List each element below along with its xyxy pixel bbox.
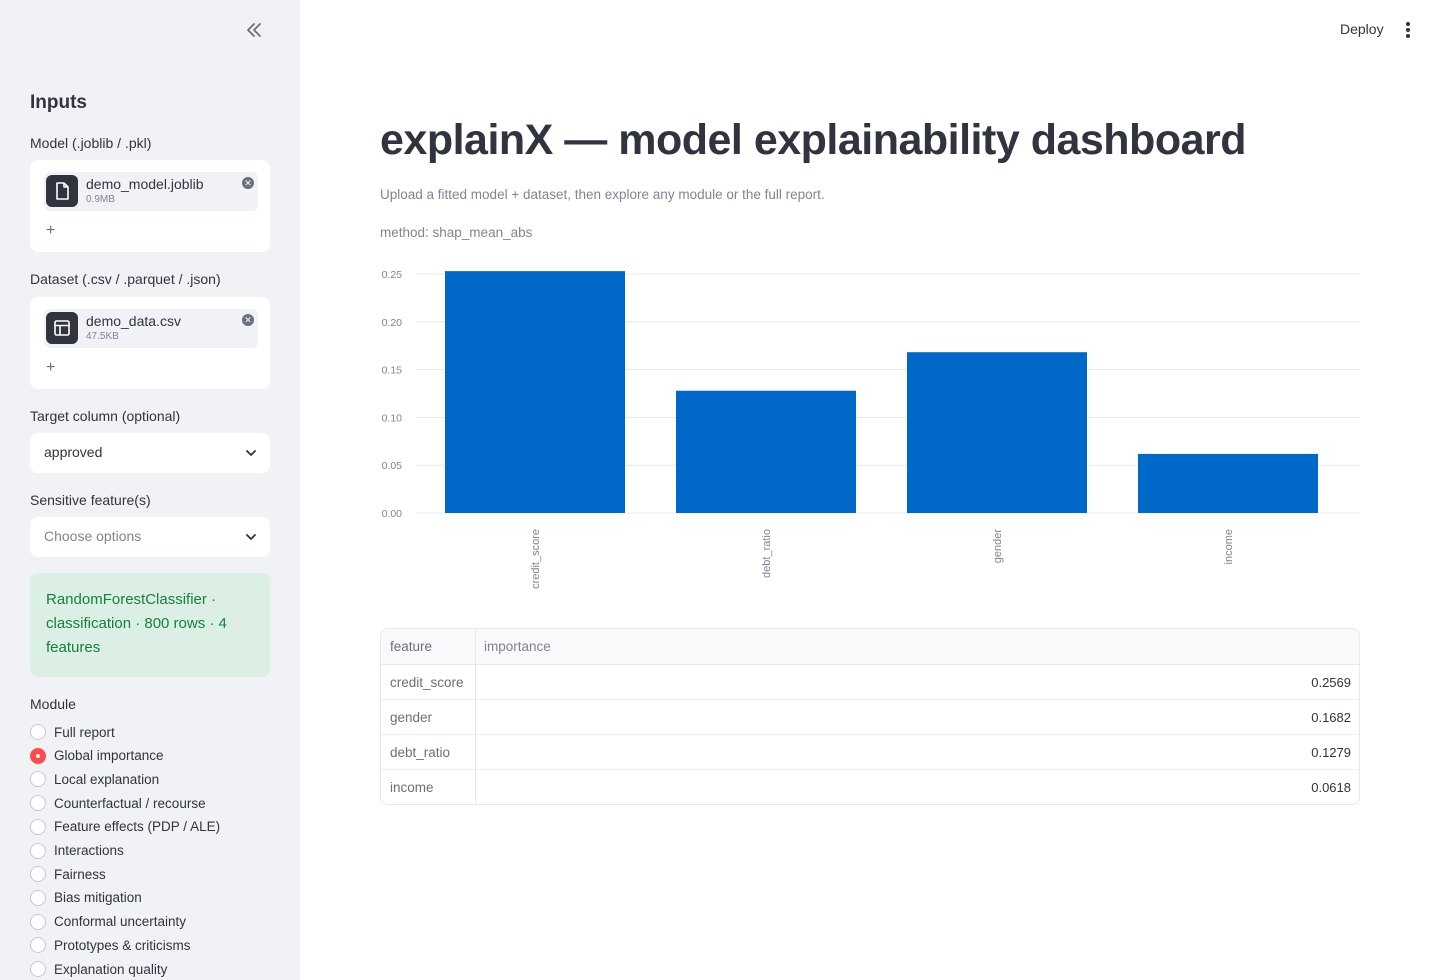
x-tick-label: gender bbox=[992, 529, 1004, 564]
radio-button[interactable] bbox=[30, 724, 46, 740]
module-option-label: Interactions bbox=[54, 843, 124, 858]
dataset-file-name: demo_data.csv bbox=[86, 313, 181, 329]
radio-button[interactable] bbox=[30, 818, 46, 835]
table-cell-importance: 0.1682 bbox=[1311, 709, 1351, 725]
table-cell-feature: gender bbox=[381, 700, 476, 734]
chevron-down-icon bbox=[246, 534, 256, 540]
module-option[interactable]: Fairness bbox=[30, 864, 106, 884]
table-cell-feature: credit_score bbox=[381, 665, 476, 699]
dataset-file-size: 47.5KB bbox=[86, 331, 119, 342]
y-tick-label: 0.05 bbox=[382, 460, 403, 472]
module-label: Module bbox=[30, 696, 76, 712]
method-caption: method: shap_mean_abs bbox=[380, 225, 533, 240]
remove-file-icon[interactable]: ✕ bbox=[242, 177, 254, 189]
bar bbox=[676, 390, 856, 513]
radio-button[interactable] bbox=[30, 795, 46, 812]
dataset-uploader[interactable]: demo_data.csv 47.5KB ✕ + bbox=[30, 297, 270, 389]
y-tick-label: 0.00 bbox=[382, 508, 403, 520]
target-column-value: approved bbox=[44, 444, 103, 460]
add-file-icon[interactable]: + bbox=[46, 222, 55, 240]
y-tick-label: 0.25 bbox=[382, 269, 403, 281]
module-option[interactable]: Feature effects (PDP / ALE) bbox=[30, 817, 220, 837]
module-option[interactable]: Bias mitigation bbox=[30, 888, 142, 908]
more-options-icon[interactable] bbox=[1399, 20, 1417, 40]
radio-button[interactable] bbox=[30, 747, 46, 764]
table-cell-feature: income bbox=[381, 770, 476, 804]
table-header-feature[interactable]: feature bbox=[381, 629, 476, 664]
target-column-select[interactable]: approved bbox=[30, 433, 270, 473]
dataset-upload-label: Dataset (.csv / .parquet / .json) bbox=[30, 271, 221, 287]
y-tick-label: 0.20 bbox=[382, 317, 403, 329]
table-header-importance[interactable]: importance bbox=[476, 629, 1359, 664]
bar bbox=[907, 352, 1087, 513]
table-cell-importance: 0.2569 bbox=[1311, 674, 1351, 690]
y-tick-label: 0.10 bbox=[382, 412, 403, 424]
module-option[interactable]: Local explanation bbox=[30, 769, 159, 789]
file-icon bbox=[46, 175, 78, 207]
module-option[interactable]: Conformal uncertainty bbox=[30, 912, 186, 932]
module-option[interactable]: Counterfactual / recourse bbox=[30, 793, 206, 813]
sidebar-title: Inputs bbox=[30, 92, 87, 113]
module-option[interactable]: Interactions bbox=[30, 841, 124, 861]
module-option[interactable]: Full report bbox=[30, 722, 115, 742]
table-row: credit_score 0.2569 bbox=[381, 665, 1359, 700]
module-option-label: Feature effects (PDP / ALE) bbox=[54, 819, 221, 835]
radio-button[interactable] bbox=[30, 889, 46, 906]
table-row: income 0.0618 bbox=[381, 770, 1359, 804]
add-file-icon[interactable]: + bbox=[46, 359, 55, 377]
module-option-label: Prototypes & criticisms bbox=[54, 937, 191, 953]
radio-button[interactable] bbox=[30, 866, 46, 883]
module-option-label: Full report bbox=[54, 724, 115, 740]
module-option-label: Explanation quality bbox=[54, 961, 168, 977]
table-cell-importance: 0.1279 bbox=[1311, 744, 1351, 760]
table-header: feature importance bbox=[381, 629, 1359, 665]
module-option[interactable]: Explanation quality bbox=[30, 959, 167, 979]
sensitive-feature-label: Sensitive feature(s) bbox=[30, 492, 151, 508]
importance-table: feature importance credit_score 0.2569 g… bbox=[380, 628, 1360, 805]
model-uploader[interactable]: demo_model.joblib 0.9MB ✕ + bbox=[30, 160, 270, 252]
table-row: debt_ratio 0.1279 bbox=[381, 735, 1359, 770]
x-tick-label: debt_ratio bbox=[761, 529, 773, 578]
module-option-label: Conformal uncertainty bbox=[54, 914, 187, 930]
sensitive-feature-multiselect[interactable]: Choose options bbox=[30, 517, 270, 557]
module-option[interactable]: Prototypes & criticisms bbox=[30, 935, 191, 955]
bar bbox=[1138, 453, 1318, 513]
radio-button[interactable] bbox=[30, 842, 46, 859]
module-option[interactable]: Global importance bbox=[30, 746, 164, 766]
page-title: explainX — model explainability dashboar… bbox=[380, 116, 1247, 164]
table-row: gender 0.1682 bbox=[381, 700, 1359, 735]
table-cell-feature: debt_ratio bbox=[381, 735, 476, 769]
x-tick-label: income bbox=[1223, 529, 1235, 564]
target-column-label: Target column (optional) bbox=[30, 408, 181, 424]
module-option-label: Global importance bbox=[54, 748, 164, 764]
model-file-name: demo_model.joblib bbox=[86, 176, 204, 192]
collapse-sidebar-icon[interactable] bbox=[243, 19, 265, 41]
model-info-alert: RandomForestClassifier · classification … bbox=[30, 573, 270, 677]
module-option-label: Counterfactual / recourse bbox=[54, 795, 206, 811]
module-option-label: Fairness bbox=[54, 866, 106, 882]
x-tick-label: credit_score bbox=[530, 529, 542, 589]
page-subtitle: Upload a fitted model + dataset, then ex… bbox=[380, 187, 825, 202]
y-tick-label: 0.15 bbox=[382, 365, 403, 377]
model-file-size: 0.9MB bbox=[86, 194, 115, 205]
remove-file-icon[interactable]: ✕ bbox=[242, 314, 254, 326]
radio-button[interactable] bbox=[30, 913, 46, 930]
importance-bar-chart: 0.00 0.05 0.10 0.15 0.20 0.25 credit_score debt… bbox=[382, 269, 1360, 589]
radio-button[interactable] bbox=[30, 937, 46, 954]
model-file-chip: demo_model.joblib 0.9MB ✕ bbox=[44, 172, 258, 211]
table-cell-importance: 0.0618 bbox=[1311, 780, 1351, 795]
deploy-button[interactable]: Deploy bbox=[1332, 19, 1392, 39]
bar bbox=[445, 271, 625, 513]
radio-button[interactable] bbox=[30, 961, 46, 977]
model-upload-label: Model (.joblib / .pkl) bbox=[30, 135, 152, 151]
module-option-label: Bias mitigation bbox=[54, 890, 142, 906]
sidebar: Inputs Model (.joblib / .pkl) demo_model… bbox=[0, 0, 300, 980]
radio-button[interactable] bbox=[30, 771, 46, 788]
chevron-down-icon bbox=[246, 450, 256, 456]
sensitive-feature-placeholder: Choose options bbox=[44, 528, 142, 544]
dataset-file-chip: demo_data.csv 47.5KB ✕ bbox=[44, 309, 258, 348]
module-option-label: Local explanation bbox=[54, 771, 160, 787]
table-icon bbox=[46, 312, 78, 344]
